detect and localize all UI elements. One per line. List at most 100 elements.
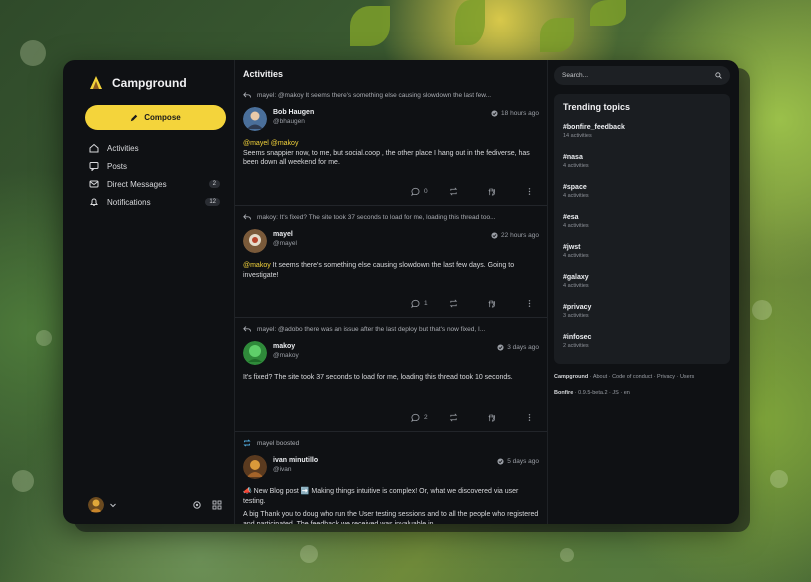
app-window: Campground Compose Activities Posts Dire… [63, 60, 739, 524]
post-time[interactable]: 18 hours ago [491, 107, 539, 117]
topic-tag: #infosec [563, 334, 592, 341]
reply-context[interactable]: mayel: @adobo there was an issue after t… [243, 322, 539, 336]
trending-topics-panel: Trending topics #bonfire_feedback 14 acti… [554, 94, 730, 364]
trending-topic[interactable]: #infosec 2 activities [563, 334, 721, 364]
comment-icon [411, 299, 420, 308]
version-info: · 0.9.5-beta.2 · JS · en [574, 390, 630, 396]
post-text: It seems there's something else causing … [243, 262, 515, 279]
time-text: 22 hours ago [501, 232, 539, 239]
post-author: ivan minutillo @ivan 5 days ago [243, 455, 539, 481]
more-options-button[interactable] [525, 413, 539, 422]
author-name[interactable]: ivan minutillo [273, 457, 318, 464]
footer-links[interactable]: · About · Code of conduct · Privacy · Us… [590, 374, 695, 380]
sidebar-item-notifications[interactable]: Notifications 12 [63, 193, 234, 211]
topic-count: 4 activities [563, 253, 589, 259]
gear-icon[interactable] [192, 500, 202, 510]
feed-post[interactable]: makoy: It's fixed? The site took 37 seco… [235, 210, 547, 318]
trending-topic[interactable]: #jwst 4 activities [563, 244, 721, 274]
post-body: @mayel @makoy Seems snappier now, to me,… [243, 139, 539, 168]
topic-count: 2 activities [563, 343, 589, 349]
reply-context[interactable]: mayel: @makoy It seems there's something… [243, 88, 539, 102]
globe-icon [497, 458, 504, 465]
topic-count: 3 activities [563, 313, 589, 319]
topic-tag: #esa [563, 214, 579, 221]
sidebar-item-activities[interactable]: Activities [63, 139, 234, 157]
feed-post[interactable]: mayel boosted ivan minutillo @ivan 5 day… [235, 436, 547, 524]
bokeh-light [752, 300, 772, 320]
instance-name[interactable]: Campground [554, 374, 588, 380]
sidebar-item-label: Posts [107, 161, 128, 171]
topic-count: 4 activities [563, 283, 589, 289]
trending-topic[interactable]: #galaxy 4 activities [563, 274, 721, 304]
avatar[interactable] [243, 341, 267, 365]
reply-context[interactable]: makoy: It's fixed? The site took 37 seco… [243, 210, 539, 224]
context-text: mayel boosted [257, 439, 300, 447]
author-name[interactable]: Bob Haugen [273, 109, 314, 116]
trending-topic[interactable]: #esa 4 activities [563, 214, 721, 244]
brand[interactable]: Campground [63, 70, 234, 96]
post-actions: 0 [243, 183, 539, 199]
post-actions: 2 [243, 409, 539, 425]
trending-topic[interactable]: #bonfire_feedback 14 activities [563, 124, 721, 154]
author-handle: @mayel [273, 240, 297, 247]
sidebar-item-posts[interactable]: Posts [63, 157, 234, 175]
comment-icon [411, 413, 420, 422]
mention[interactable]: @makoy [243, 262, 271, 269]
feed-title: Activities [243, 69, 284, 79]
post-author: makoy @makoy 3 days ago [243, 341, 539, 367]
user-avatar[interactable] [88, 497, 104, 513]
software-name[interactable]: Bonfire [554, 390, 573, 396]
post-time[interactable]: 3 days ago [497, 341, 539, 351]
like-button[interactable] [487, 299, 525, 308]
post-time[interactable]: 22 hours ago [491, 229, 539, 239]
trending-topic[interactable]: #nasa 4 activities [563, 154, 721, 184]
sidebar-nav: Activities Posts Direct Messages 2 Notif… [63, 139, 234, 211]
post-body: @makoy It seems there's something else c… [243, 261, 539, 280]
avatar[interactable] [243, 107, 267, 131]
boost-button[interactable] [449, 187, 487, 196]
trending-topic[interactable]: #space 4 activities [563, 184, 721, 214]
mention[interactable]: @mayel @makoy [243, 139, 539, 149]
feed-post[interactable]: mayel: @adobo there was an issue after t… [235, 322, 547, 432]
reply-button[interactable]: 1 [411, 299, 449, 308]
post-body: 📣 New Blog post ➡️ Making things intuiti… [243, 487, 539, 524]
boost-button[interactable] [449, 299, 487, 308]
sidebar-item-label: Notifications [107, 197, 151, 207]
site-footer: Campground · About · Code of conduct · P… [554, 372, 730, 398]
topic-tag: #space [563, 184, 587, 191]
more-options-button[interactable] [525, 187, 539, 196]
pencil-icon [131, 114, 138, 121]
more-options-button[interactable] [525, 299, 539, 308]
like-button[interactable] [487, 413, 525, 422]
post-author: Bob Haugen @bhaugen 18 hours ago [243, 107, 539, 133]
boost-context[interactable]: mayel boosted [243, 436, 539, 450]
boost-icon [449, 413, 458, 421]
chevron-down-icon[interactable] [109, 501, 117, 509]
reply-button[interactable]: 0 [411, 187, 449, 196]
feed-post[interactable]: mayel: @makoy It seems there's something… [235, 88, 547, 206]
avatar[interactable] [243, 455, 267, 479]
search-input[interactable]: Search... [554, 66, 730, 85]
trending-topic[interactable]: #privacy 3 activities [563, 304, 721, 334]
post-text: It's fixed? The site took 37 seconds to … [243, 374, 513, 381]
compose-button[interactable]: Compose [85, 105, 226, 130]
like-button[interactable] [487, 187, 525, 196]
author-name[interactable]: makoy [273, 343, 299, 350]
post-time[interactable]: 5 days ago [497, 455, 539, 465]
author-handle: @makoy [273, 352, 299, 359]
author-name[interactable]: mayel [273, 231, 297, 238]
apps-grid-icon[interactable] [212, 500, 222, 510]
sidebar: Campground Compose Activities Posts Dire… [63, 60, 234, 524]
topic-count: 4 activities [563, 193, 589, 199]
sidebar-item-direct-messages[interactable]: Direct Messages 2 [63, 175, 234, 193]
topic-count: 4 activities [563, 223, 589, 229]
reply-count: 0 [424, 187, 428, 195]
bokeh-light [12, 470, 34, 492]
post-body: It's fixed? The site took 37 seconds to … [243, 373, 539, 383]
reply-button[interactable]: 2 [411, 413, 449, 422]
topic-tag: #bonfire_feedback [563, 124, 625, 131]
reply-count: 2 [424, 413, 428, 421]
boost-button[interactable] [449, 413, 487, 422]
avatar[interactable] [243, 229, 267, 253]
more-vertical-icon [528, 299, 531, 307]
